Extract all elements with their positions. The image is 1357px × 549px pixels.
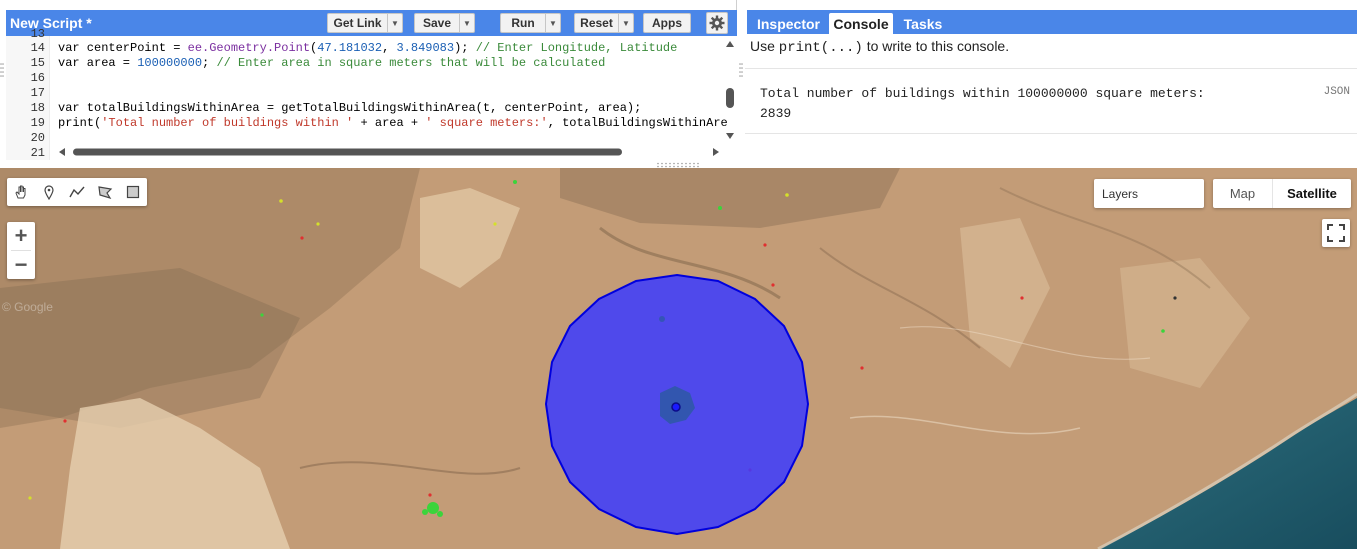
code-string: ' square meters:' [425,116,548,130]
map-watermark: © Google [2,300,53,314]
fullscreen-button[interactable] [1322,219,1350,247]
right-panel: Inspector Console Tasks Use print(...) t… [745,0,1357,160]
hint-suffix: to write to this console. [862,38,1010,54]
reset-button[interactable]: Reset ▼ [574,13,634,33]
console-divider [745,133,1357,134]
rectangle-icon [126,185,140,199]
code-line-18[interactable]: var totalBuildingsWithinArea = getTotalB… [58,101,641,116]
line-number: 21 [30,146,45,160]
scroll-down-icon[interactable] [726,133,734,139]
reset-label: Reset [580,16,613,30]
run-dropdown-icon[interactable]: ▼ [545,14,560,32]
code-token: , totalBuildingsWithinAre [547,116,728,130]
run-button[interactable]: Run ▼ [500,13,561,33]
tab-console[interactable]: Console [829,13,893,34]
console-hint: Use print(...) to write to this console. [750,38,1009,56]
polygon-icon [98,186,113,200]
marker-icon [44,185,54,200]
hint-code: print(...) [778,40,863,56]
get-link-dropdown-icon[interactable]: ▼ [387,14,402,32]
code-line-14[interactable]: var centerPoint = ee.Geometry.Point(47.1… [58,41,677,56]
reset-dropdown-icon[interactable]: ▼ [618,14,633,32]
point-tool[interactable] [35,178,63,206]
code-token: ); [454,41,476,55]
get-link-button[interactable]: Get Link ▼ [327,13,403,33]
panel-resize-grip-icon[interactable] [739,62,743,78]
scroll-right-icon[interactable] [713,148,719,156]
line-number: 17 [30,86,45,100]
apps-button[interactable]: Apps [643,13,691,33]
line-number: 20 [30,131,45,145]
code-token: print( [58,116,102,130]
line-number: 16 [30,71,45,85]
code-token: , [382,41,397,55]
scroll-left-icon[interactable] [59,148,65,156]
save-label: Save [422,16,452,30]
code-token: var area = [58,56,138,70]
line-number: 19 [30,116,45,130]
code-comment: // Enter area in square meters that will… [216,56,606,70]
json-toggle[interactable]: JSON [1324,86,1350,98]
save-dropdown-icon[interactable]: ▼ [459,14,474,32]
get-link-label: Get Link [333,16,382,30]
console-output: Total number of buildings within 1000000… [760,84,1205,124]
run-label: Run [511,16,535,30]
fullscreen-icon [1327,224,1345,242]
map-type-map[interactable]: Map [1213,179,1272,208]
code-token: 47.181032 [317,41,383,55]
apps-label: Apps [652,16,682,30]
code-token: ; [202,56,217,70]
vertical-scroll-thumb[interactable] [726,88,734,108]
line-number: 18 [30,101,45,115]
polyline-icon [69,186,85,198]
code-token: ee.Geometry.Point [187,41,311,55]
hint-prefix: Use [750,38,779,54]
line-number: 13 [30,27,45,41]
right-panel-tabs: Inspector Console Tasks [747,10,1357,34]
horizontal-scrollbar[interactable] [58,147,720,157]
console-output-line: Total number of buildings within 1000000… [760,86,1205,101]
scroll-up-icon[interactable] [726,41,734,47]
hand-icon [15,185,26,199]
code-token: 3.849083 [396,41,455,55]
left-resize-grip-icon[interactable] [0,62,4,78]
center-point-marker[interactable] [671,402,681,412]
polygon-tool[interactable] [91,178,119,206]
drawing-tools [7,178,147,206]
map-type-toggle: Map Satellite [1213,179,1351,208]
map-canvas[interactable]: © Google + − Layers Map Satellite [0,168,1357,549]
line-number: 14 [30,41,45,55]
code-token: var centerPoint = [58,41,188,55]
code-line-15[interactable]: var area = 100000000; // Enter area in s… [58,56,605,71]
layers-button[interactable]: Layers [1094,179,1204,208]
gear-icon [709,15,725,31]
tab-inspector[interactable]: Inspector [751,13,826,34]
zoom-control: + − [7,222,35,279]
zoom-out-button[interactable]: − [7,251,35,279]
code-token: + area + [353,116,426,130]
pan-tool[interactable] [7,178,35,206]
horizontal-scroll-thumb[interactable] [73,148,622,156]
satellite-imagery[interactable]: © Google [0,168,1357,549]
code-token: 100000000 [137,56,203,70]
settings-gear-button[interactable] [706,12,728,34]
zoom-in-button[interactable]: + [7,222,35,250]
code-area[interactable]: 13 14 15 16 17 18 19 20 21 var centerPoi… [6,27,737,160]
code-line-19[interactable]: print('Total number of buildings within … [58,116,728,131]
vertical-scrollbar[interactable] [725,40,735,140]
line-number: 15 [30,56,45,70]
code-string: 'Total number of buildings within ' [101,116,354,130]
console-divider [745,68,1357,69]
line-number-gutter: 13 14 15 16 17 18 19 20 21 [6,27,50,160]
rectangle-tool[interactable] [119,178,147,206]
line-tool[interactable] [63,178,91,206]
map-type-satellite[interactable]: Satellite [1272,179,1351,208]
tab-tasks[interactable]: Tasks [898,13,948,34]
console-output-value: 2839 [760,106,792,121]
script-title[interactable]: New Script * [10,15,92,31]
code-comment: // Enter Longitude, Latitude [475,41,678,55]
code-editor-panel: New Script * Get Link ▼ Save ▼ Run ▼ Res… [0,0,737,160]
editor-toolbar: New Script * Get Link ▼ Save ▼ Run ▼ Res… [6,10,737,36]
save-button[interactable]: Save ▼ [414,13,475,33]
